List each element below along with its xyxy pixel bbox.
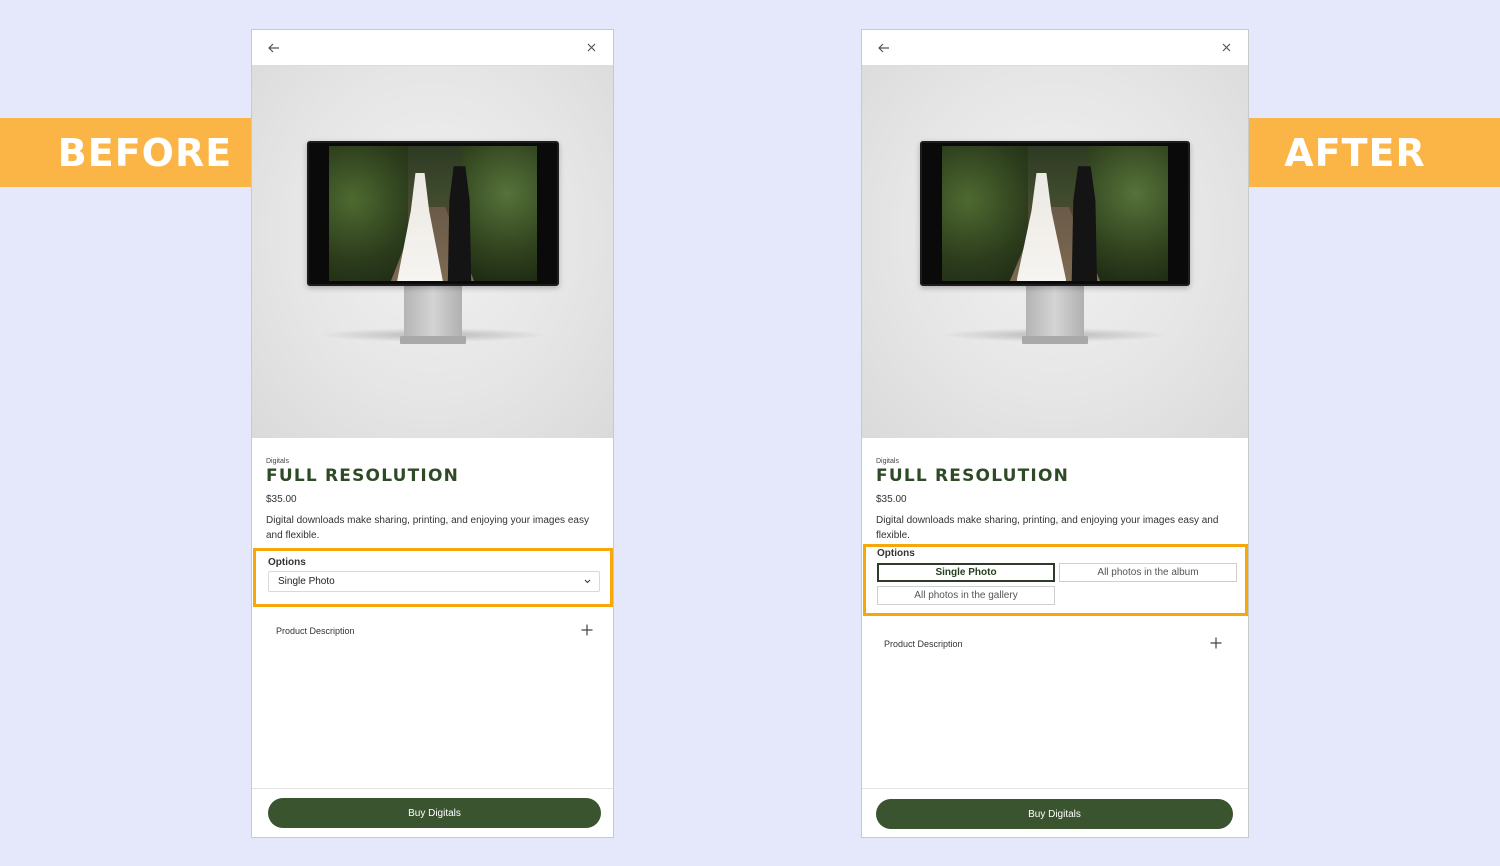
options-label: Options (268, 557, 306, 568)
product-description-toggle[interactable]: Product Description (884, 635, 1222, 653)
foliage-left (328, 146, 408, 281)
option-single-photo[interactable]: Single Photo (877, 563, 1055, 582)
product-price: $35.00 (876, 494, 907, 505)
wedding-photo (328, 146, 537, 281)
product-description-toggle[interactable]: Product Description (276, 622, 593, 640)
product-info: Digitals FULL RESOLUTION $35.00 Digital … (862, 438, 1248, 543)
foliage-right (461, 146, 537, 281)
select-value: Single Photo (278, 576, 335, 587)
top-bar (252, 30, 613, 66)
options-button-group: Single Photo All photos in the album All… (877, 563, 1237, 605)
product-description-text: Digital downloads make sharing, printing… (876, 515, 1219, 541)
after-label: AFTER (1210, 118, 1500, 187)
product-price: $35.00 (266, 494, 297, 505)
product-info: Digitals FULL RESOLUTION $35.00 Digital … (252, 438, 613, 543)
plus-icon (1210, 635, 1222, 653)
product-category: Digitals (266, 458, 289, 465)
monitor-stand-foot (1022, 336, 1088, 344)
options-label: Options (877, 548, 915, 559)
product-title: FULL RESOLUTION (266, 466, 460, 486)
product-image (252, 66, 613, 438)
after-screen: Digitals FULL RESOLUTION $35.00 Digital … (861, 29, 1249, 838)
buy-digitals-button[interactable]: Buy Digitals (876, 799, 1233, 829)
plus-icon (581, 622, 593, 640)
wedding-photo (942, 146, 1168, 281)
product-description-label: Product Description (884, 639, 963, 649)
option-all-photos-gallery[interactable]: All photos in the gallery (877, 586, 1055, 605)
arrow-left-icon[interactable] (266, 40, 282, 56)
options-highlight: Options Single Photo (253, 548, 613, 607)
buy-digitals-button[interactable]: Buy Digitals (268, 798, 601, 828)
product-title: FULL RESOLUTION (876, 466, 1070, 486)
options-highlight: Options Single Photo All photos in the a… (863, 544, 1248, 616)
monitor (920, 141, 1190, 286)
option-all-photos-album[interactable]: All photos in the album (1059, 563, 1237, 582)
close-icon[interactable] (1218, 40, 1234, 56)
top-bar (862, 30, 1248, 66)
foliage-right (1086, 146, 1168, 281)
product-description-label: Product Description (276, 626, 355, 636)
product-category: Digitals (876, 458, 899, 465)
arrow-left-icon[interactable] (876, 40, 892, 56)
foliage-left (942, 146, 1028, 281)
monitor-stand (403, 284, 462, 342)
close-icon[interactable] (583, 40, 599, 56)
footer-divider (862, 788, 1248, 789)
chevron-down-icon (584, 576, 591, 587)
before-screen: Digitals FULL RESOLUTION $35.00 Digital … (251, 29, 614, 838)
options-select[interactable]: Single Photo (268, 571, 600, 592)
footer-divider (252, 788, 613, 789)
monitor (306, 141, 559, 286)
product-image (862, 66, 1248, 438)
before-label: BEFORE (0, 118, 290, 187)
monitor-stand-foot (399, 336, 466, 344)
product-description-text: Digital downloads make sharing, printing… (266, 515, 589, 541)
monitor-stand (1026, 284, 1084, 342)
